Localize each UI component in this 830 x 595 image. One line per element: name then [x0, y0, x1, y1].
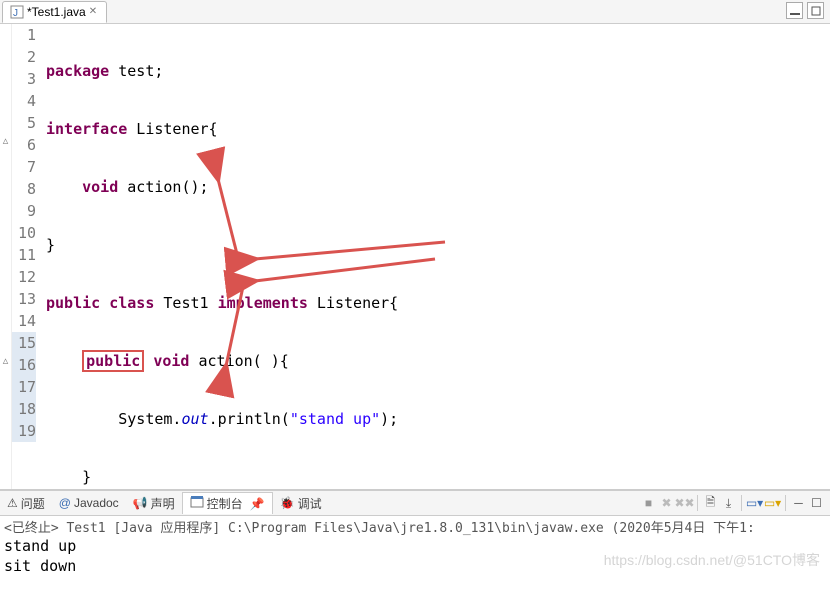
view-label: 声明: [151, 495, 175, 512]
open-console-icon[interactable]: ▭▾: [765, 496, 780, 511]
override-marker-icon: ▵: [0, 354, 11, 376]
close-icon[interactable]: ✕: [89, 6, 101, 18]
java-file-icon: J: [10, 5, 24, 19]
views-tab-bar: ⚠ 问题 @ Javadoc 📢 声明 控制台 📌 🐞 调试 ■ ✖ ✖✖ 🗎 …: [0, 490, 830, 516]
horn-icon: 📢: [133, 496, 148, 510]
view-label: 问题: [21, 495, 45, 512]
view-declaration[interactable]: 📢 声明: [126, 493, 182, 514]
line-number-gutter: 1234 5678 9101112 13141516 171819: [12, 24, 40, 489]
watermark-text: https://blog.csdn.net/@51CTO博客: [604, 550, 820, 570]
view-debug[interactable]: 🐞 调试: [273, 493, 329, 514]
view-javadoc[interactable]: @ Javadoc: [52, 494, 126, 512]
view-minimize-icon[interactable]: ─: [791, 496, 806, 511]
svg-text:J: J: [13, 8, 18, 19]
javadoc-icon: @: [59, 496, 71, 510]
display-selected-console-icon[interactable]: ▭▾: [747, 496, 762, 511]
view-problems[interactable]: ⚠ 问题: [0, 493, 52, 514]
code-area[interactable]: package test; interface Listener{ void a…: [40, 24, 830, 489]
marker-bar: ▵ ▵: [0, 24, 12, 489]
code-editor[interactable]: ▵ ▵ 1234 5678 9101112 13141516 171819 pa…: [0, 24, 830, 490]
console-header: <已终止> Test1 [Java 应用程序] C:\Program Files…: [4, 517, 826, 536]
minimize-button[interactable]: [786, 2, 803, 19]
remove-launch-icon[interactable]: ✖: [659, 496, 674, 511]
editor-window-controls: [786, 2, 824, 19]
bug-icon: 🐞: [280, 496, 295, 510]
remove-all-icon[interactable]: ✖✖: [677, 496, 692, 511]
console-icon: [190, 495, 204, 512]
editor-tab-title: *Test1.java: [27, 5, 86, 19]
maximize-button[interactable]: [807, 2, 824, 19]
view-maximize-icon[interactable]: ☐: [809, 496, 824, 511]
clear-console-icon[interactable]: 🗎: [703, 496, 718, 511]
editor-tab-test1[interactable]: J *Test1.java ✕: [2, 1, 107, 23]
warning-icon: ⚠: [7, 496, 18, 510]
view-label: 调试: [298, 495, 322, 512]
override-marker-icon: ▵: [0, 134, 11, 156]
terminate-button[interactable]: ■: [641, 496, 656, 511]
editor-tab-bar: J *Test1.java ✕: [0, 0, 830, 24]
console-toolbar: ■ ✖ ✖✖ 🗎 ⤓ ▭▾ ▭▾ ─ ☐: [641, 495, 824, 511]
view-console[interactable]: 控制台 📌: [182, 492, 273, 514]
pin-icon[interactable]: 📌: [250, 497, 265, 511]
scroll-lock-icon[interactable]: ⤓: [721, 496, 736, 511]
view-label: 控制台: [207, 495, 243, 512]
view-label: Javadoc: [74, 496, 119, 510]
